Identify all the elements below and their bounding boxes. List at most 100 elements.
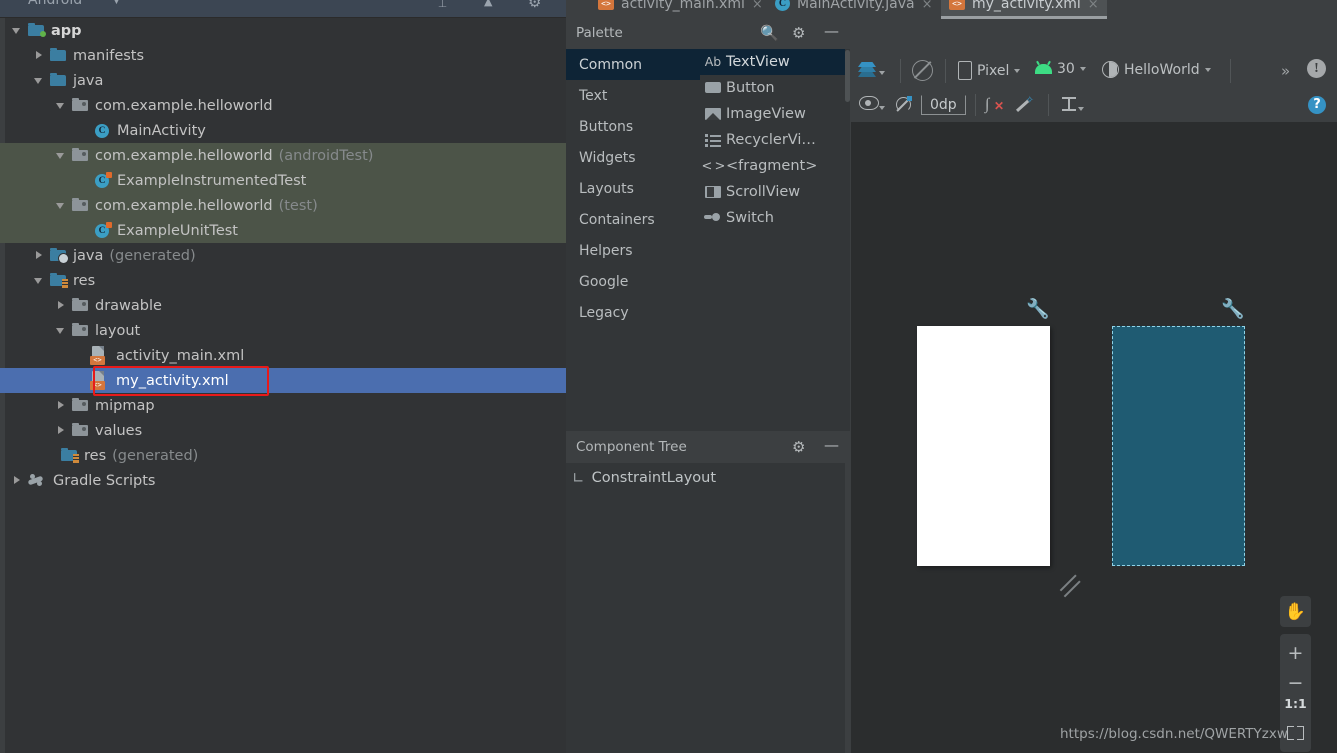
close-icon[interactable]: × [752,0,763,12]
tree-row-values[interactable]: values [0,418,566,443]
component-tree-node-constraintlayout[interactable]: ∟ ConstraintLayout [572,469,716,487]
split-view-icon[interactable]: ⌶ [438,0,447,11]
tree-row-manifests[interactable]: manifests [0,43,566,68]
zoom-in-button[interactable]: + [1280,638,1311,668]
palette-item-recyclerview[interactable]: RecyclerVi… [700,127,845,153]
pan-tool-button[interactable]: ✋ [1280,596,1311,627]
tree-row-package-main[interactable]: com.example.helloworld [0,93,566,118]
collapse-all-icon[interactable]: ▲ [484,0,492,8]
expand-arrow[interactable] [34,75,45,86]
settings-gear-icon[interactable]: ⚙ [792,24,805,42]
expand-arrow[interactable] [34,250,45,261]
zoom-to-fit-icon[interactable] [1287,726,1304,740]
settings-gear-icon[interactable]: ⚙ [528,0,541,11]
palette-category-layouts[interactable]: Layouts [566,173,700,204]
tree-row-res[interactable]: res [0,268,566,293]
tree-row-java[interactable]: java [0,68,566,93]
project-view-selector[interactable]: Android [28,0,82,8]
chevron-down-icon[interactable] [1078,106,1084,111]
tab-activity-main-xml[interactable]: <> activity_main.xml × [590,0,771,17]
expand-arrow[interactable] [56,300,67,311]
tree-row-package-androidtest[interactable]: com.example.helloworld (androidTest) [0,143,566,168]
chevron-down-icon[interactable] [879,71,885,75]
palette-item-switch[interactable]: Switch [700,205,845,231]
expand-arrow[interactable] [34,50,45,61]
project-tree[interactable]: app manifests java com.example.helloworl… [0,18,566,753]
expand-arrow[interactable] [56,150,67,161]
render-settings-wrench-icon[interactable]: 🔧 [1026,297,1050,320]
minimize-icon[interactable]: — [824,22,839,40]
search-icon[interactable]: 🔍 [760,24,779,42]
device-preview-design[interactable] [917,326,1050,566]
palette-category-helpers[interactable]: Helpers [566,235,700,266]
zoom-level-label[interactable]: 1:1 [1280,696,1311,711]
theme-selector[interactable]: HelloWorld [1102,61,1211,78]
expand-arrow[interactable] [56,100,67,111]
tree-row-exampleunittest[interactable]: C ExampleUnitTest [0,218,566,243]
chevron-down-icon[interactable]: ▼ [113,0,120,6]
zoom-out-button[interactable]: − [1280,668,1311,698]
expand-arrow[interactable] [56,325,67,336]
expand-arrow[interactable] [56,200,67,211]
settings-gear-icon[interactable]: ⚙ [792,438,805,456]
tree-row-exampleinstrumentedtest[interactable]: C ExampleInstrumentedTest [0,168,566,193]
clear-constraints-button[interactable]: ∫ ✕ [985,96,1004,113]
palette-item-imageview[interactable]: ImageView [700,101,845,127]
view-options-button[interactable] [859,96,885,110]
palette-category-text[interactable]: Text [566,80,700,111]
orientation-button[interactable] [912,60,933,81]
infer-constraints-button[interactable]: ✧ [1015,96,1035,113]
default-margin-value[interactable]: 0dp [921,95,966,115]
chevron-down-icon[interactable] [1204,67,1211,72]
palette-scrollbar[interactable] [845,50,850,102]
expand-arrow[interactable] [56,400,67,411]
chevron-down-icon[interactable] [1079,67,1086,71]
resize-handle-icon[interactable] [1055,572,1081,598]
toolbar-overflow-button[interactable]: » [1281,62,1290,80]
tree-row-package-test[interactable]: com.example.helloworld (test) [0,193,566,218]
expand-arrow[interactable] [12,475,23,486]
expand-arrow[interactable] [12,25,23,36]
palette-category-containers[interactable]: Containers [566,204,700,235]
tree-row-activity-main-xml[interactable]: <> activity_main.xml [0,343,566,368]
tree-row-gradle-scripts[interactable]: Gradle Scripts [0,468,566,493]
autoconnect-button[interactable] [895,96,912,112]
tab-my-activity-xml[interactable]: <> my_activity.xml × [941,0,1107,19]
issues-button[interactable]: ! [1307,59,1326,78]
palette-category-legacy[interactable]: Legacy [566,297,700,328]
expand-arrow[interactable] [56,425,67,436]
expand-arrow[interactable] [34,275,45,286]
palette-category-list[interactable]: Common Text Buttons Widgets Layouts Cont… [566,49,700,431]
close-icon[interactable]: × [922,0,933,12]
default-margin-control[interactable]: 0dp [921,95,966,115]
palette-item-textview[interactable]: Ab TextView [700,49,845,75]
palette-item-button[interactable]: Button [700,75,845,101]
design-mode-button[interactable] [858,60,885,78]
render-settings-wrench-icon[interactable]: 🔧 [1221,297,1245,320]
baseline-align-button[interactable] [1060,96,1084,112]
tree-row-mainactivity[interactable]: C MainActivity [0,118,566,143]
chevron-down-icon[interactable] [1014,68,1021,73]
chevron-down-icon[interactable] [879,105,885,110]
tree-row-my-activity-xml[interactable]: <> my_activity.xml [0,368,566,393]
close-icon[interactable]: × [1088,0,1099,12]
palette-item-scrollview[interactable]: ScrollView [700,179,845,205]
tree-row-layout[interactable]: layout [0,318,566,343]
device-preview-blueprint[interactable] [1112,326,1245,566]
device-selector[interactable]: Pixel [958,61,1021,80]
tree-row-drawable[interactable]: drawable [0,293,566,318]
tree-row-res-generated[interactable]: res (generated) [0,443,566,468]
tree-row-app[interactable]: app [0,18,566,43]
help-button[interactable]: ? [1308,96,1326,114]
palette-item-list[interactable]: Ab TextView Button ImageView RecyclerVi…… [700,49,845,431]
tree-row-mipmap[interactable]: mipmap [0,393,566,418]
tree-row-java-generated[interactable]: java (generated) [0,243,566,268]
minimize-icon[interactable]: — [824,436,839,454]
palette-category-common[interactable]: Common [566,49,700,80]
palette-item-fragment[interactable]: < > <fragment> [700,153,845,179]
palette-category-widgets[interactable]: Widgets [566,142,700,173]
palette-category-google[interactable]: Google [566,266,700,297]
palette-category-buttons[interactable]: Buttons [566,111,700,142]
tab-mainactivity-java[interactable]: C MainActivity.java × [766,0,940,17]
api-level-selector[interactable]: 30 [1035,61,1086,77]
